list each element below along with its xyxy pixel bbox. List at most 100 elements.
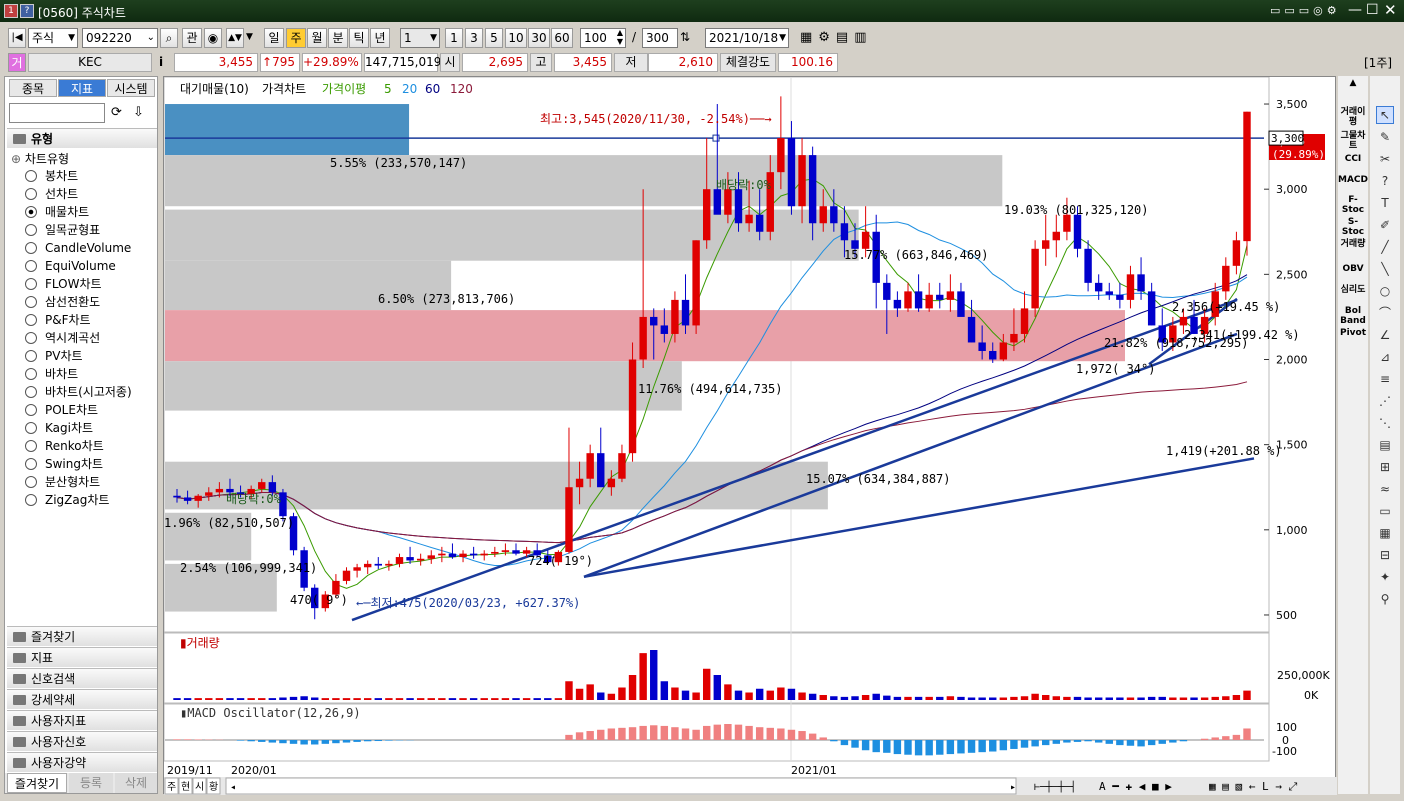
tab-system[interactable]: 시스템	[107, 79, 155, 97]
section-item[interactable]: 사용자강약	[7, 752, 157, 772]
section-item[interactable]: 즐겨찾기	[7, 626, 157, 646]
draw-tool-icon[interactable]: ⊞	[1376, 458, 1394, 476]
chart-type-item[interactable]: Kagi차트	[25, 420, 93, 437]
tick-3[interactable]: 3	[465, 28, 483, 48]
chart-type-item[interactable]: ZigZag차트	[25, 492, 109, 509]
market-select[interactable]: 주식 ▼	[28, 28, 78, 48]
chart-type-item[interactable]: EquiVolume	[25, 258, 116, 275]
indicator-button[interactable]: S-Stoc	[1338, 217, 1368, 237]
updown-icon[interactable]: ▲▼	[226, 28, 244, 48]
draw-tool-icon[interactable]: ⊟	[1376, 546, 1394, 564]
radio-icon[interactable]	[25, 386, 37, 398]
tick-5[interactable]: 5	[485, 28, 503, 48]
period-minute[interactable]: 분	[328, 28, 348, 48]
draw-tool-icon[interactable]: T	[1376, 194, 1394, 212]
period-year[interactable]: 년	[370, 28, 390, 48]
draw-tool-icon[interactable]: ?	[1376, 172, 1394, 190]
radio-icon[interactable]	[25, 278, 37, 290]
maximize-icon[interactable]: ☐	[1366, 2, 1379, 18]
period-day[interactable]: 일	[264, 28, 284, 48]
section-item[interactable]: 사용자신호	[7, 731, 157, 751]
indicator-button[interactable]: 거래이평	[1338, 107, 1368, 127]
dropdown-icon[interactable]: ▼	[246, 32, 253, 42]
draw-tool-icon[interactable]: ▭	[1376, 502, 1394, 520]
tick-10[interactable]: 10	[505, 28, 527, 48]
gwan-button[interactable]: 관	[182, 28, 202, 48]
close-icon[interactable]: ✕	[1384, 1, 1397, 19]
section-type[interactable]: 유형	[7, 128, 157, 148]
draw-tool-icon[interactable]: ⋰	[1376, 392, 1394, 410]
chart-type-item[interactable]: 삼선전환도	[25, 294, 100, 311]
chart-area[interactable]: 대기매물(10) 가격차트 가격이평 5 20 60 120 3,500 3,000 2,500 2…	[163, 76, 1337, 795]
radio-icon[interactable]	[25, 260, 37, 272]
toggle-icon[interactable]: ◉	[204, 28, 222, 48]
tab-indicator[interactable]: 지표	[58, 79, 106, 97]
chart-type-item[interactable]: 일목균형표	[25, 222, 100, 239]
chart-type-item[interactable]: 선차트	[25, 186, 78, 203]
tab-stock[interactable]: 종목	[9, 79, 57, 97]
radio-icon[interactable]	[25, 422, 37, 434]
draw-tool-icon[interactable]: ⋱	[1376, 414, 1394, 432]
radio-icon[interactable]	[25, 314, 37, 326]
chart-tool-icons[interactable]: ▦⚙▤▥	[800, 30, 873, 45]
draw-tool-icon[interactable]: ✎	[1376, 128, 1394, 146]
date-input[interactable]: 2021/10/18 ▼	[705, 28, 789, 48]
chart-type-item[interactable]: 역시계곡선	[25, 330, 100, 347]
count-input[interactable]: 100 ▲ ▼	[580, 28, 626, 48]
section-item[interactable]: 신호검색	[7, 668, 157, 688]
period-tick[interactable]: 틱	[349, 28, 369, 48]
period-week[interactable]: 주	[286, 28, 306, 48]
radio-icon[interactable]	[25, 224, 37, 236]
chart-settings-icon[interactable]: ⇅	[680, 30, 690, 44]
radio-icon[interactable]	[25, 404, 37, 416]
info-icon[interactable]: i	[154, 53, 168, 72]
tick-value-select[interactable]: 1 ▼	[400, 28, 440, 48]
radio-icon[interactable]	[25, 296, 37, 308]
code-input[interactable]: 092220 ⌄	[82, 28, 158, 48]
favorites-button[interactable]: 즐겨찾기	[7, 773, 67, 793]
search-input[interactable]	[9, 103, 105, 123]
chart-type-item[interactable]: PV차트	[25, 348, 83, 365]
section-item[interactable]: 사용자지표	[7, 710, 157, 730]
section-item[interactable]: 지표	[7, 647, 157, 667]
draw-tool-icon[interactable]: ▤	[1376, 436, 1394, 454]
radio-icon[interactable]	[25, 350, 37, 362]
chart-type-item[interactable]: FLOW차트	[25, 276, 102, 293]
indicator-button[interactable]: MACD	[1338, 175, 1368, 185]
radio-icon[interactable]	[25, 440, 37, 452]
radio-icon[interactable]	[25, 368, 37, 380]
draw-tool-icon[interactable]: ∠	[1376, 326, 1394, 344]
chart-type-item[interactable]: 바차트(시고저종)	[25, 384, 132, 401]
chart-type-item[interactable]: P&F차트	[25, 312, 91, 329]
chart-svg[interactable]: 대기매물(10) 가격차트 가격이평 5 20 60 120 3,500 3,000 2,500 2…	[163, 76, 1337, 795]
indicator-button[interactable]: Bol Band	[1338, 306, 1368, 326]
radio-icon[interactable]	[25, 242, 37, 254]
draw-tool-icon[interactable]: ↖	[1376, 106, 1394, 124]
chart-type-item[interactable]: CandleVolume	[25, 240, 131, 257]
radio-icon[interactable]	[25, 476, 37, 488]
indicator-button[interactable]: 거래량	[1338, 239, 1368, 249]
draw-tool-icon[interactable]: ✦	[1376, 568, 1394, 586]
radio-icon[interactable]	[25, 332, 37, 344]
chart-type-item[interactable]: 매물차트	[25, 204, 89, 221]
badge-help[interactable]: ?	[20, 4, 34, 18]
section-item[interactable]: 강세약세	[7, 689, 157, 709]
radio-icon[interactable]	[25, 458, 37, 470]
draw-tool-icon[interactable]: ≈	[1376, 480, 1394, 498]
chart-type-item[interactable]: 분산형차트	[25, 474, 100, 491]
draw-tool-icon[interactable]: ≡	[1376, 370, 1394, 388]
search-icon[interactable]: ⌕	[160, 28, 178, 48]
radio-icon[interactable]	[25, 206, 37, 218]
group-chart-type[interactable]: ⊕ 차트유형	[11, 150, 69, 167]
chart-type-item[interactable]: 바차트	[25, 366, 78, 383]
draw-tool-icon[interactable]: ⌒	[1376, 304, 1394, 322]
indicator-button[interactable]: CCI	[1338, 154, 1368, 164]
draw-tool-icon[interactable]: ⚲	[1376, 590, 1394, 608]
indicator-button[interactable]: 심리도	[1338, 285, 1368, 295]
chart-type-item[interactable]: Swing차트	[25, 456, 103, 473]
tick-60[interactable]: 60	[551, 28, 573, 48]
draw-tool-icon[interactable]: ✐	[1376, 216, 1394, 234]
chart-type-item[interactable]: POLE차트	[25, 402, 98, 419]
register-button[interactable]: 등록	[69, 773, 113, 793]
draw-tool-icon[interactable]: ✂	[1376, 150, 1394, 168]
